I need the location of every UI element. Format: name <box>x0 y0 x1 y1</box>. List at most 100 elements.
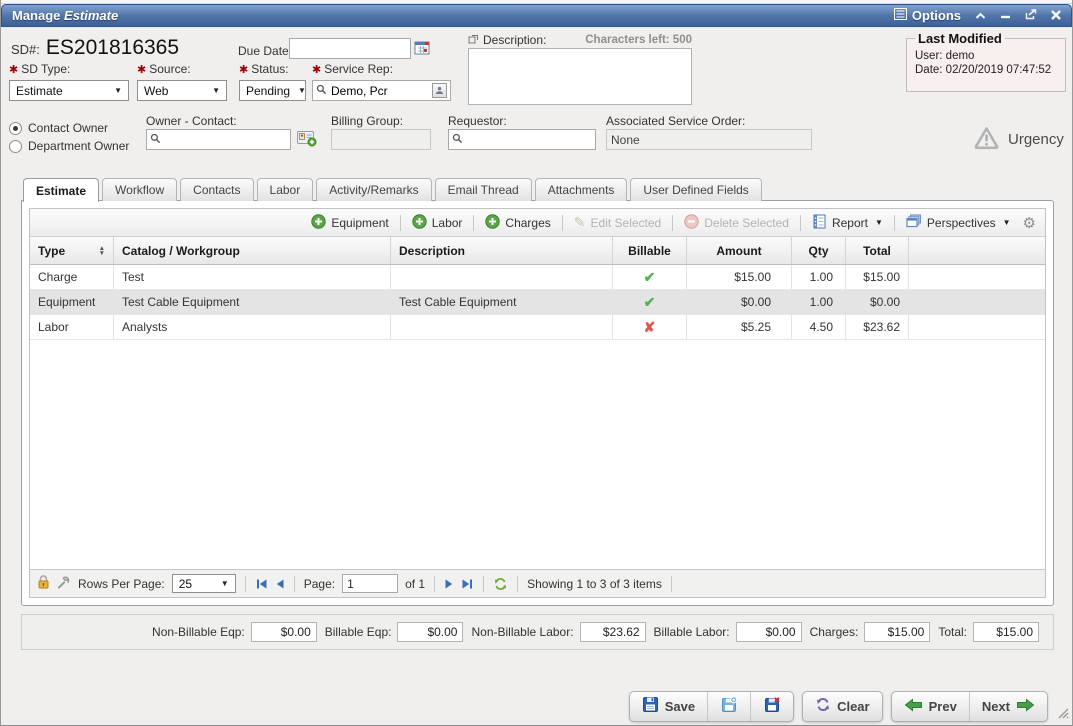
save-and-new-button[interactable] <box>707 692 750 721</box>
service-rep-input[interactable] <box>331 84 428 98</box>
column-header-description[interactable]: Description <box>391 237 613 264</box>
person-picker-icon[interactable] <box>432 83 447 98</box>
prev-button[interactable]: Prev <box>892 692 969 721</box>
collapse-button[interactable] <box>975 9 986 23</box>
next-page-button[interactable] <box>444 578 454 590</box>
toolbar-separator <box>894 215 895 231</box>
sd-type-select[interactable]: Estimate <box>9 80 129 101</box>
refresh-icon[interactable] <box>493 577 508 591</box>
wrench-icon[interactable] <box>57 575 71 592</box>
pager-separator <box>483 576 484 592</box>
column-header-qty[interactable]: Qty <box>792 237 846 264</box>
tab-email-thread[interactable]: Email Thread <box>435 178 532 201</box>
add-labor-button[interactable]: Labor <box>407 214 468 232</box>
cell-filler <box>909 290 1045 314</box>
save-button[interactable]: Save <box>630 692 707 721</box>
tab-estimate[interactable]: Estimate <box>23 178 99 202</box>
sort-icon[interactable]: ▲▼ <box>99 246 105 256</box>
last-modified-title: Last Modified <box>915 31 1005 46</box>
footer-button-bar: Save Clear Prev Next <box>1 686 1072 726</box>
calendar-icon[interactable] <box>414 40 431 59</box>
save-floppy-icon <box>642 696 659 716</box>
cell-total: $15.00 <box>846 265 909 289</box>
gear-icon[interactable] <box>1020 214 1039 232</box>
status-label: Status: <box>251 62 288 76</box>
status-select[interactable]: Pending <box>239 80 306 101</box>
estimate-tab-panel: Equipment Labor Charges Edit Selected <box>21 200 1054 606</box>
sd-number: SD#: ES201816365 <box>11 36 179 60</box>
clear-button-group: Clear <box>802 691 883 722</box>
urgency-indicator[interactable]: Urgency <box>973 126 1064 153</box>
delete-selected-button[interactable]: Delete Selected <box>679 214 794 232</box>
rows-per-page-select[interactable]: 25 <box>172 574 236 593</box>
add-charges-button[interactable]: Charges <box>480 214 555 232</box>
department-owner-radio[interactable]: Department Owner <box>9 139 129 153</box>
table-row[interactable]: Labor Analysts ✘ $5.25 4.50 $23.62 <box>30 315 1045 340</box>
contact-owner-radio[interactable]: Contact Owner <box>9 121 108 135</box>
requestor-field[interactable] <box>448 129 596 150</box>
table-row[interactable]: Equipment Test Cable Equipment Test Cabl… <box>30 290 1045 315</box>
first-page-button[interactable] <box>255 578 268 590</box>
column-header-catalog-workgroup[interactable]: Catalog / Workgroup <box>114 237 391 264</box>
last-modified-user: User: demo <box>915 50 1057 62</box>
chevron-up-icon <box>975 9 986 23</box>
tab-workflow[interactable]: Workflow <box>102 178 177 201</box>
titlebar: Manage Estimate Options <box>1 4 1072 27</box>
tab-labor[interactable]: Labor <box>257 178 314 201</box>
column-header-type[interactable]: Type ▲▼ <box>30 237 114 264</box>
description-textarea[interactable] <box>468 48 692 105</box>
last-page-button[interactable] <box>461 578 474 590</box>
required-marker: ✱ <box>239 63 248 76</box>
perspectives-button[interactable]: Perspectives ▼ <box>901 214 1016 232</box>
service-rep-field[interactable] <box>312 80 451 101</box>
source-select[interactable]: Web <box>137 80 227 101</box>
toolbar-separator <box>672 215 673 231</box>
estimate-grid: Equipment Labor Charges Edit Selected <box>29 208 1046 598</box>
next-button[interactable]: Next <box>969 692 1047 721</box>
total-value: $0.00 <box>397 622 463 642</box>
table-row[interactable]: Charge Test ✔ $15.00 1.00 $15.00 <box>30 265 1045 290</box>
requestor-input[interactable] <box>467 133 592 147</box>
radio-selected-icon <box>9 122 22 135</box>
resize-grip[interactable] <box>1056 706 1069 722</box>
tab-user-defined-fields[interactable]: User Defined Fields <box>630 178 761 201</box>
column-header-total[interactable]: Total <box>846 237 909 264</box>
total-label: Non-Billable Labor: <box>471 625 573 639</box>
minimize-button[interactable] <box>1000 9 1011 23</box>
tab-activity-remarks[interactable]: Activity/Remarks <box>316 178 431 201</box>
tab-contacts[interactable]: Contacts <box>180 178 253 201</box>
column-header-amount[interactable]: Amount <box>687 237 792 264</box>
clear-button[interactable]: Clear <box>803 692 882 721</box>
page-number-input[interactable] <box>342 574 398 593</box>
lock-icon[interactable] <box>37 575 50 592</box>
cell-billable: ✔ <box>613 290 687 314</box>
tab-attachments[interactable]: Attachments <box>535 178 628 201</box>
prev-page-button[interactable] <box>275 578 285 590</box>
owner-contact-field[interactable] <box>146 129 291 150</box>
add-contact-icon[interactable] <box>297 130 317 150</box>
popout-button[interactable] <box>1025 9 1037 23</box>
add-equipment-button[interactable]: Equipment <box>306 214 393 232</box>
search-icon <box>150 133 161 147</box>
description-title: Description: <box>468 33 546 47</box>
toolbar-separator <box>562 215 563 231</box>
total-billable-eqp: Billable Eqp: $0.00 <box>325 622 464 642</box>
save-and-close-button[interactable] <box>750 692 793 721</box>
options-button[interactable]: Options <box>894 8 961 23</box>
column-header-billable[interactable]: Billable <box>613 237 687 264</box>
totals-bar: Non-Billable Eqp: $0.00 Billable Eqp: $0… <box>21 614 1054 650</box>
popout-field-icon[interactable] <box>468 33 479 47</box>
report-button[interactable]: Report ▼ <box>807 214 888 232</box>
edit-selected-button[interactable]: Edit Selected <box>569 214 666 231</box>
due-date-input[interactable] <box>289 38 411 59</box>
page-label: Page: <box>304 577 335 591</box>
description-label: Description: <box>483 33 546 47</box>
chevron-down-icon: ▼ <box>875 218 883 227</box>
close-button[interactable] <box>1051 9 1061 23</box>
chevron-down-icon: ▼ <box>1003 218 1011 227</box>
owner-contact-input[interactable] <box>165 133 287 147</box>
billable-check-icon: ✔ <box>644 269 656 286</box>
last-modified-date: Date: 02/20/2019 07:47:52 <box>915 64 1057 76</box>
perspectives-icon <box>906 214 922 232</box>
characters-left-counter: Characters left: 500 <box>585 34 692 46</box>
